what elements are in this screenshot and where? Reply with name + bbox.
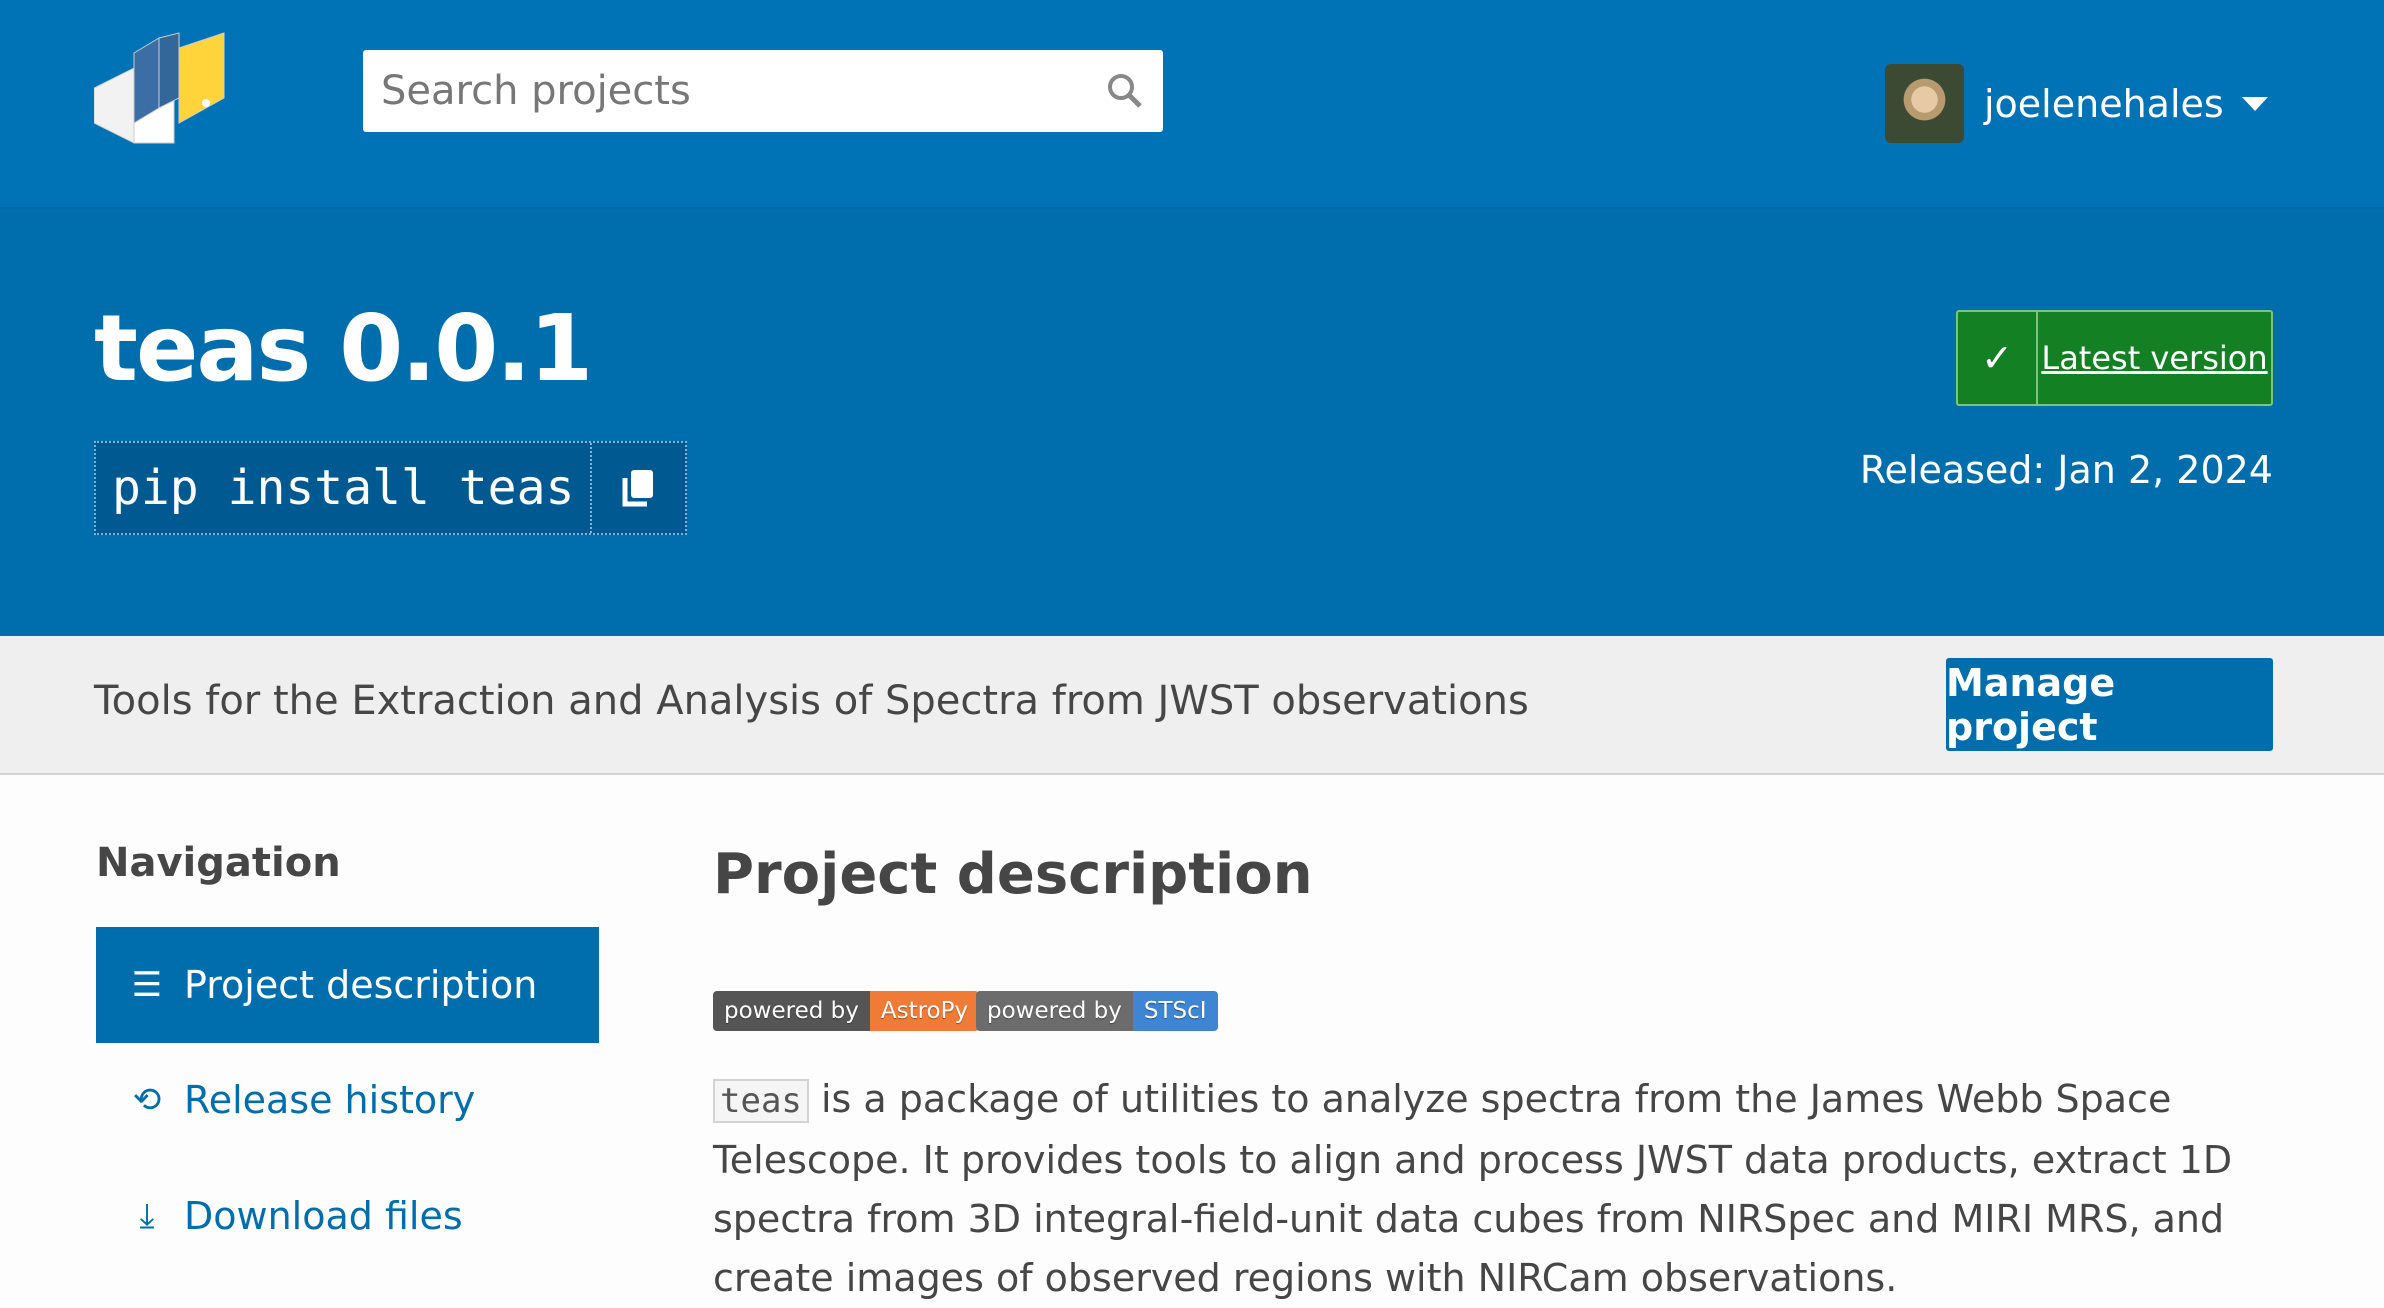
user-menu[interactable]: joelenehales (1885, 64, 2268, 143)
history-icon: ⟲ (132, 1080, 162, 1120)
copy-button[interactable] (592, 443, 685, 533)
chevron-down-icon (2241, 96, 2268, 111)
username: joelenehales (1984, 81, 2224, 126)
latest-version-button[interactable]: ✓ Latest version (1956, 310, 2273, 406)
manage-project-button[interactable]: Manage project (1946, 658, 2273, 751)
stsci-badge[interactable]: powered by STScI (976, 991, 1218, 1031)
package-hero (0, 207, 2384, 636)
badge-right: STScI (1132, 991, 1218, 1031)
inline-code: teas (713, 1079, 809, 1123)
nav-item-label: Download files (184, 1194, 463, 1238)
badge-left: powered by (976, 991, 1133, 1031)
badge-right: AstroPy (869, 991, 980, 1031)
package-summary: Tools for the Extraction and Analysis of… (94, 678, 1529, 724)
search-input[interactable]: Search projects (363, 50, 1163, 132)
nav-item-release-history[interactable]: ⟲ Release history (96, 1042, 599, 1158)
search-icon[interactable] (1105, 71, 1145, 111)
description-text: is a package of utilities to analyze spe… (713, 1077, 2233, 1300)
project-description-heading: Project description (713, 842, 1313, 907)
nav-item-project-description[interactable]: ☰ Project description (96, 927, 599, 1043)
pypi-logo[interactable] (94, 28, 226, 148)
list-icon: ☰ (131, 965, 163, 1005)
release-date: Released: Jan 2, 2024 (1859, 448, 2273, 492)
navigation-heading: Navigation (96, 840, 341, 886)
avatar (1885, 64, 1964, 143)
check-icon: ✓ (1958, 312, 2038, 404)
nav-item-label: Project description (184, 963, 538, 1007)
astropy-badge[interactable]: powered by AstroPy (713, 991, 980, 1031)
description-paragraph: teas is a package of utilities to analyz… (713, 1070, 2283, 1308)
nav-item-label: Release history (184, 1078, 476, 1122)
search-placeholder: Search projects (381, 68, 691, 114)
pip-command[interactable]: pip install teas (96, 443, 592, 533)
nav-item-download-files[interactable]: ⤓ Download files (96, 1158, 599, 1274)
pip-install-box: pip install teas (94, 441, 687, 535)
latest-version-link[interactable]: Latest version (2038, 312, 2271, 404)
package-title: teas 0.0.1 (94, 295, 593, 402)
copy-icon (622, 470, 653, 507)
download-icon: ⤓ (139, 1196, 155, 1236)
badge-left: powered by (713, 991, 870, 1031)
